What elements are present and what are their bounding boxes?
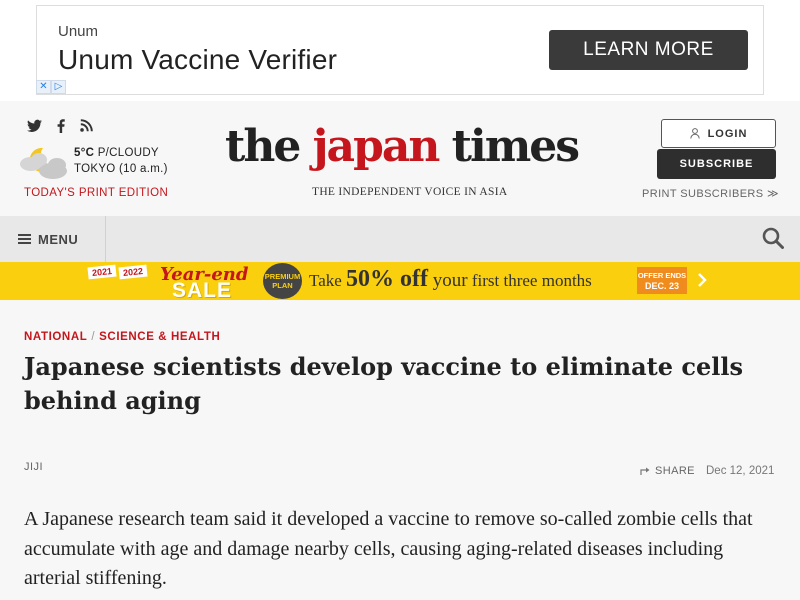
ad-area: Unum Unum Vaccine Verifier LEARN MORE ✕ … [0,0,800,101]
article-headline: Japanese scientists develop vaccine to e… [24,352,743,415]
site-logo[interactable]: the japan times [225,121,580,172]
site-tagline: THE INDEPENDENT VOICE IN ASIA [312,186,508,198]
print-subscribers-link[interactable]: PRINT SUBSCRIBERS ≫ [642,187,779,200]
menu-button[interactable]: MENU [0,216,106,262]
user-icon [689,128,700,139]
article-byline: JIJI [24,461,44,473]
offer-ends-date: DEC. 23 [644,281,679,291]
ad-brand[interactable]: Unum [58,23,98,40]
banner-sale: SALE [172,279,233,300]
weather-temp: 5°C [74,147,95,159]
site-header: 5°C P/CLOUDY TOKYO (10 a.m.) TODAY'S PRI… [0,101,800,216]
article-date: Dec 12, 2021 [706,465,775,477]
close-icon[interactable]: ✕ [36,80,51,94]
share-button[interactable]: SHARE [640,465,695,477]
weather-readout: 5°C P/CLOUDY [74,147,159,159]
login-label: LOGIN [707,127,748,140]
category-science-health[interactable]: SCIENCE & HEALTH [99,331,220,343]
twitter-icon[interactable] [27,119,42,133]
offer-post: first three months [467,271,592,290]
hamburger-icon [18,234,31,244]
subscribe-button[interactable]: SUBSCRIBE [657,149,776,179]
social-links [27,119,93,133]
offer-mid: your [428,270,468,291]
logo-japan: japan [312,121,441,172]
facebook-icon[interactable] [56,119,66,133]
weather-location: TOKYO (10 a.m.) [74,163,168,175]
menu-label: MENU [38,231,79,247]
offer-pre: Take [309,271,347,290]
article: NATIONAL / SCIENCE & HEALTH Japanese scien… [0,300,800,600]
banner-tag-2021: 2021 [87,264,117,280]
breadcrumb: NATIONAL / SCIENCE & HEALTH [24,331,220,343]
chevron-right-icon[interactable] [697,272,707,288]
ad-title[interactable]: Unum Vaccine Verifier [58,44,337,76]
share-icon [640,467,650,475]
login-button[interactable]: LOGIN [661,119,776,148]
offer-ends-badge: OFFER ENDS DEC. 23 [637,267,687,294]
offer-ends-label: OFFER ENDS [637,271,687,280]
rss-icon[interactable] [80,119,93,132]
category-national[interactable]: NATIONAL [24,331,87,343]
logo-the: the [225,121,313,172]
breadcrumb-separator: / [91,331,96,343]
article-body-paragraph: A Japanese research team said it develop… [24,508,753,589]
logo-times: times [438,121,580,172]
share-label: SHARE [655,465,695,477]
premium-plan-badge: PREMIUM PLAN [263,263,302,299]
learn-more-button[interactable]: LEARN MORE [549,30,748,70]
banner-tag-2022: 2022 [118,264,148,280]
search-icon[interactable] [762,227,784,249]
todays-print-edition-link[interactable]: TODAY'S PRINT EDITION [24,187,168,199]
weather-partly-cloudy-icon [20,147,67,179]
nav-bar: MENU [0,216,800,262]
ad-banner[interactable]: Unum Unum Vaccine Verifier LEARN MORE [36,5,764,95]
promo-banner[interactable]: 2021 2022 Year-end SALE PREMIUM PLAN Tak… [0,262,800,300]
offer-percent: 50% off [346,266,429,292]
ad-badge[interactable]: ✕ ▷ [36,80,66,94]
banner-year-tags: 2021 2022 [87,264,148,280]
weather-condition: P/CLOUDY [97,147,159,159]
banner-offer: Take 50% off your first three months [309,266,592,293]
adchoices-icon[interactable]: ▷ [51,80,66,94]
